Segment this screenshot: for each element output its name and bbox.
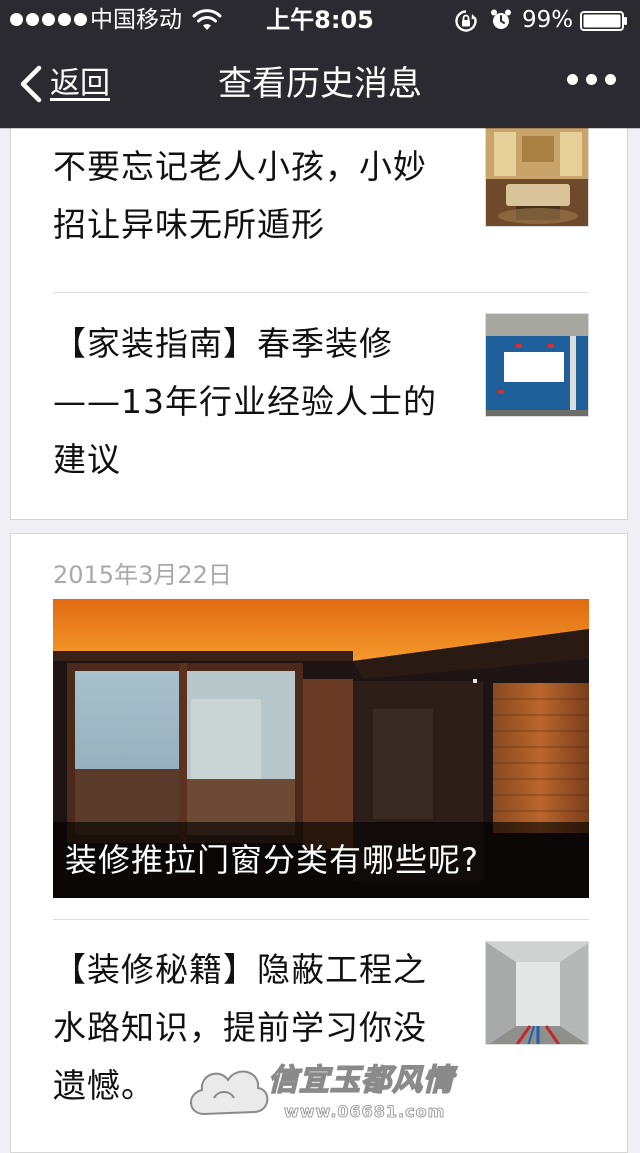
article-title: 【装修秘籍】隐蔽工程之水路知识，提前学习你没遗憾。 xyxy=(53,950,427,1105)
history-message-card: 不要忘记老人小孩，小妙招让异味无所遁形 【家装指南】春季装修——13年行业经验人… xyxy=(10,100,628,520)
plumbing-image xyxy=(486,942,588,1044)
cover-article[interactable]: 装修推拉门窗分类有哪些呢? xyxy=(53,599,589,898)
plumbing-thumbnail xyxy=(485,941,589,1045)
top-bar: 中国移动 上午8:05 99% 返回 查看历史消息 xyxy=(0,0,640,128)
blue-wall-thumbnail xyxy=(485,313,589,417)
article-item[interactable]: 【家装指南】春季装修——13年行业经验人士的建议 xyxy=(53,313,589,493)
article-item[interactable]: 不要忘记老人小孩，小妙招让异味无所遁形 xyxy=(53,123,589,273)
navigation-bar: 返回 查看历史消息 xyxy=(0,40,640,128)
article-title: 不要忘记老人小孩，小妙招让异味无所遁形 xyxy=(53,147,427,244)
more-dots-icon[interactable] xyxy=(567,74,616,85)
divider xyxy=(53,919,589,920)
cover-article-title: 装修推拉门窗分类有哪些呢? xyxy=(53,822,589,898)
message-date: 2015年3月22日 xyxy=(53,561,232,589)
article-title: 【家装指南】春季装修——13年行业经验人士的建议 xyxy=(53,324,437,479)
page-title: 查看历史消息 xyxy=(218,64,422,104)
history-message-card: 2015年3月22日 装修推拉门窗分类有哪些呢? 【装修秘籍】隐蔽工程之水路知识… xyxy=(10,533,628,1153)
living-room-image xyxy=(486,124,588,226)
battery-icon xyxy=(580,11,627,31)
battery-percent: 99% xyxy=(522,7,574,33)
rotation-lock-icon xyxy=(455,10,477,32)
article-item[interactable]: 【装修秘籍】隐蔽工程之水路知识，提前学习你没遗憾。 xyxy=(53,941,589,1121)
blue-wall-image xyxy=(486,314,588,416)
living-room-thumbnail xyxy=(485,123,589,227)
divider xyxy=(53,292,589,293)
status-bar: 中国移动 上午8:05 99% xyxy=(0,0,640,40)
alarm-icon xyxy=(491,9,511,29)
